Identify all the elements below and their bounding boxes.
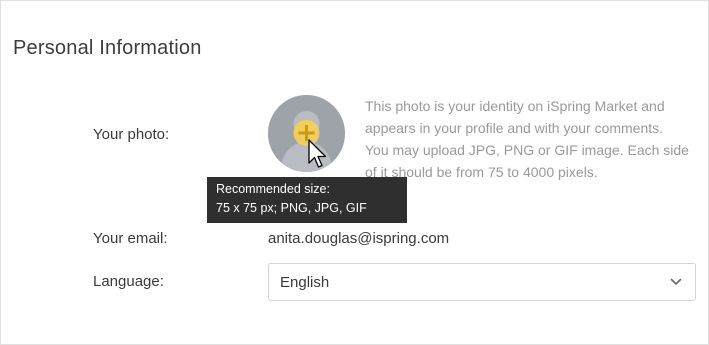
photo-description: This photo is your identity on iSpring M… <box>365 95 695 183</box>
photo-label: Your photo: <box>93 126 170 143</box>
email-label: Your email: <box>93 230 168 247</box>
language-label: Language: <box>93 273 164 290</box>
photo-size-tooltip: Recommended size: 75 x 75 px; PNG, JPG, … <box>207 177 407 223</box>
language-select[interactable]: English <box>268 263 696 301</box>
tooltip-detail: 75 x 75 px; PNG, JPG, GIF <box>216 201 367 215</box>
photo-description-identity: This photo is your identity on iSpring M… <box>365 98 665 136</box>
chevron-down-icon <box>670 278 682 285</box>
avatar-placeholder-icon <box>268 95 345 172</box>
upload-photo-button[interactable] <box>268 95 345 172</box>
photo-description-formats: You may upload JPG, PNG or GIF image. Ea… <box>365 142 689 180</box>
personal-information-panel: Personal Information Your photo: This ph… <box>0 0 709 345</box>
section-title: Personal Information <box>13 37 202 59</box>
tooltip-title: Recommended size: <box>216 182 330 196</box>
language-selected-value: English <box>280 274 330 291</box>
mouse-pointer-icon <box>308 139 327 168</box>
email-value: anita.douglas@ispring.com <box>268 230 450 247</box>
